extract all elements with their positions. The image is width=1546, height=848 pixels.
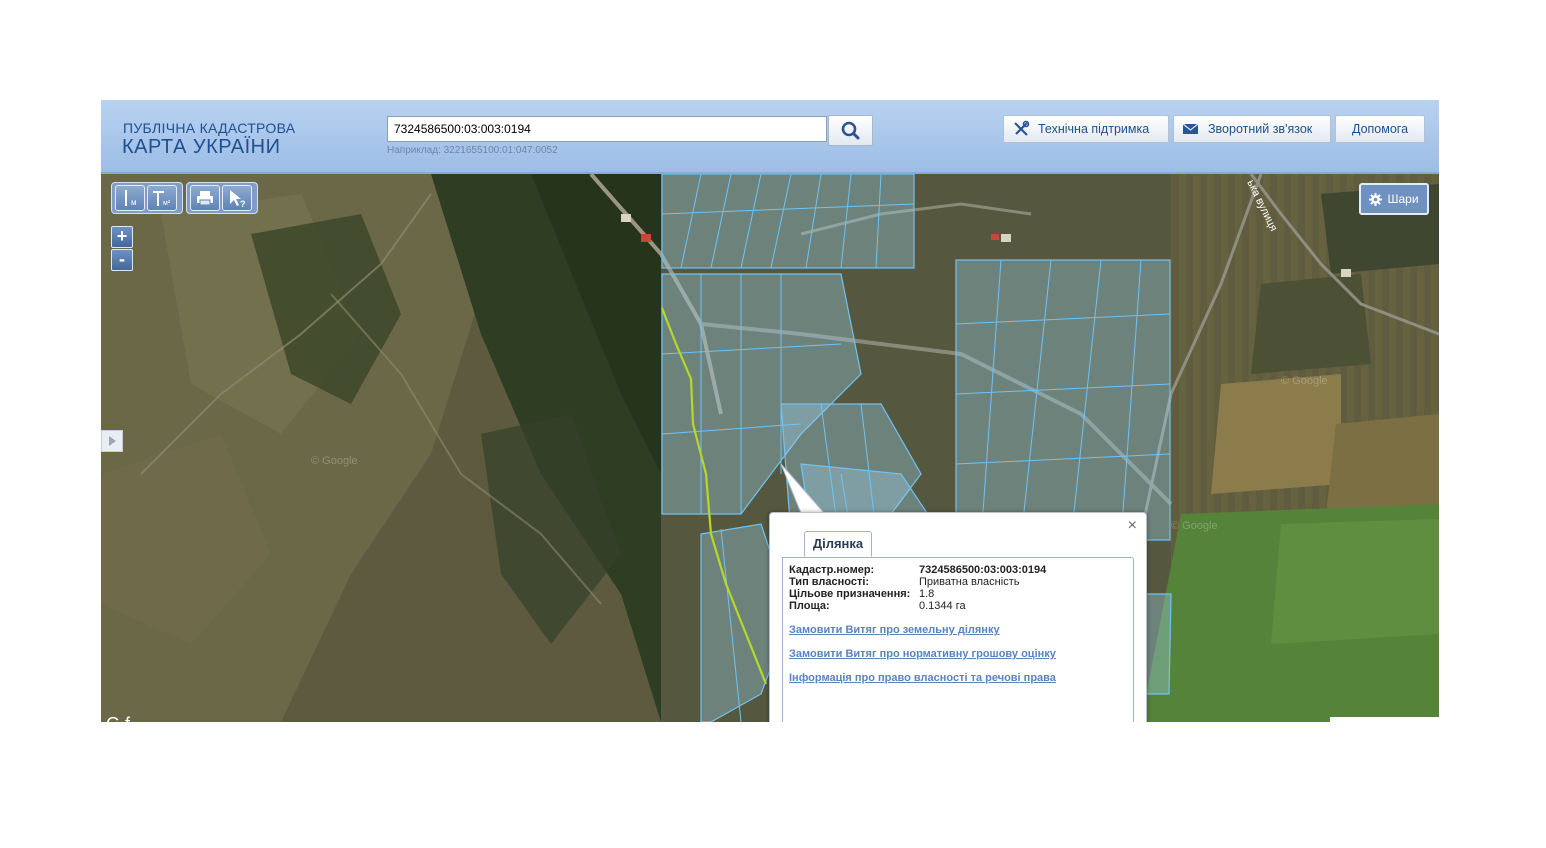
zoom-out-button[interactable]: - — [111, 249, 133, 271]
print-button[interactable] — [190, 185, 220, 211]
map-footer-strip — [1330, 717, 1439, 722]
logo-line-1: ПУБЛІЧНА КАДАСТРОВА — [123, 120, 296, 136]
header-bar: ПУБЛІЧНА КАДАСТРОВА КАРТА УКРАЇНИ Наприк… — [101, 100, 1439, 174]
sidebar-toggle[interactable] — [101, 430, 123, 452]
feedback-label: Зворотний зв'язок — [1208, 122, 1313, 136]
cadastral-map-app: ПУБЛІЧНА КАДАСТРОВА КАРТА УКРАЇНИ Наприк… — [101, 100, 1439, 722]
close-icon[interactable]: × — [1128, 517, 1137, 535]
gear-icon — [1369, 192, 1383, 206]
map-attribution: G f — [106, 714, 130, 722]
search-icon — [841, 121, 860, 140]
popup-body: Кадастр.номер: 7324586500:03:003:0194 Тип… — [782, 557, 1134, 722]
feedback-button[interactable]: Зворотний зв'язок — [1173, 115, 1331, 143]
field-area: Площа: 0.1344 га — [789, 600, 966, 612]
ruler-area-icon: м² — [153, 191, 171, 207]
field-cadastral-number: Кадастр.номер: 7324586500:03:003:0194 — [789, 564, 1047, 576]
identify-button[interactable]: ? — [222, 185, 252, 211]
support-label: Технічна підтримка — [1038, 122, 1150, 136]
measure-length-button[interactable]: м — [115, 185, 145, 211]
layers-button[interactable]: Шари — [1359, 183, 1429, 215]
map-watermark-1: © Google — [311, 455, 358, 467]
layers-label: Шари — [1387, 192, 1419, 206]
order-valuation-extract-link[interactable]: Замовити Витяг про нормативну грошову оц… — [789, 648, 1056, 660]
measure-tools: м м² — [111, 182, 183, 214]
field-ownership-type: Тип власності: Приватна власність — [789, 576, 1020, 588]
map-watermark-2: © Google — [1281, 375, 1328, 387]
measure-area-button[interactable]: м² — [147, 185, 177, 211]
cursor-question-icon: ? — [230, 190, 246, 208]
logo-line-2: КАРТА УКРАЇНИ — [122, 136, 281, 158]
printer-icon — [197, 191, 213, 206]
search-button[interactable] — [828, 115, 873, 146]
svg-text:м: м — [131, 198, 137, 207]
help-label: Допомога — [1351, 122, 1409, 136]
ruler-line-icon: м — [125, 190, 137, 207]
action-tools: ? — [186, 182, 258, 214]
search-hint: Наприклад: 3221655100:01:047:0052 — [387, 145, 558, 156]
envelope-icon — [1182, 123, 1199, 134]
svg-text:?: ? — [240, 199, 246, 208]
tab-parcel[interactable]: Ділянка — [804, 531, 872, 557]
support-button[interactable]: Технічна підтримка — [1003, 115, 1169, 143]
zoom-in-button[interactable]: + — [111, 226, 133, 248]
map-view[interactable]: ька вулиця © Google © Google © Google м … — [101, 174, 1439, 722]
help-button[interactable]: Допомога — [1335, 115, 1425, 143]
order-land-extract-link[interactable]: Замовити Витяг про земельну ділянку — [789, 624, 1000, 636]
ownership-info-link[interactable]: Інформація про право власності та речові… — [789, 672, 1056, 684]
parcel-info-popup: × Ділянка Кадастр.номер: 7324586500:03:00… — [769, 512, 1147, 722]
field-purpose: Цільове призначення: 1.8 — [789, 588, 935, 600]
map-watermark-3: © Google — [1171, 520, 1218, 532]
cadastral-search-input[interactable] — [387, 116, 827, 142]
tools-icon — [1014, 120, 1030, 136]
triangle-right-icon — [109, 436, 116, 446]
svg-text:м²: м² — [163, 200, 171, 207]
